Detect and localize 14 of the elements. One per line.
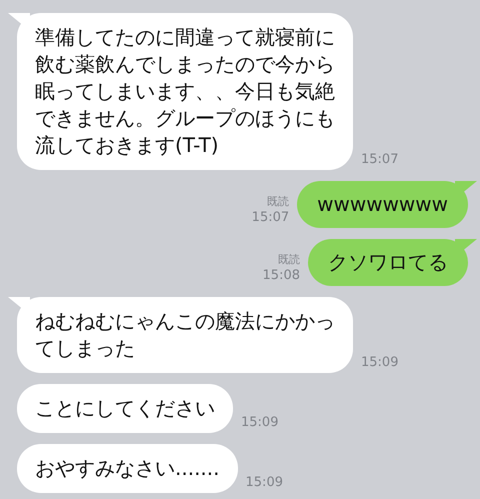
message-time: 15:09 [361, 355, 398, 371]
message-bubble: ねむねむにゃんこの魔法にかかってしまった [17, 297, 353, 373]
message-time: 15:08 [262, 268, 300, 284]
message-bubble: 準備してたのに間違って就寝前に飲む薬飲んでしまったので今から眠ってしまいます、、今日も気絶できません。グループのほうにも流しておきます(T-T) [17, 13, 353, 170]
message-bubble: クソワロてる [308, 239, 468, 286]
message-time: 15:07 [361, 152, 398, 168]
message-bubble: おやすみなさい....... [17, 444, 238, 493]
read-receipt: 既読 [278, 252, 300, 268]
message-time: 15:09 [241, 415, 278, 431]
message-bubble: ことにしてください [17, 384, 233, 433]
message-time: 15:09 [246, 475, 283, 491]
read-receipt: 既読 [267, 194, 290, 210]
message-time: 15:07 [252, 210, 290, 226]
message-bubble: wwwwwwww [297, 181, 468, 228]
